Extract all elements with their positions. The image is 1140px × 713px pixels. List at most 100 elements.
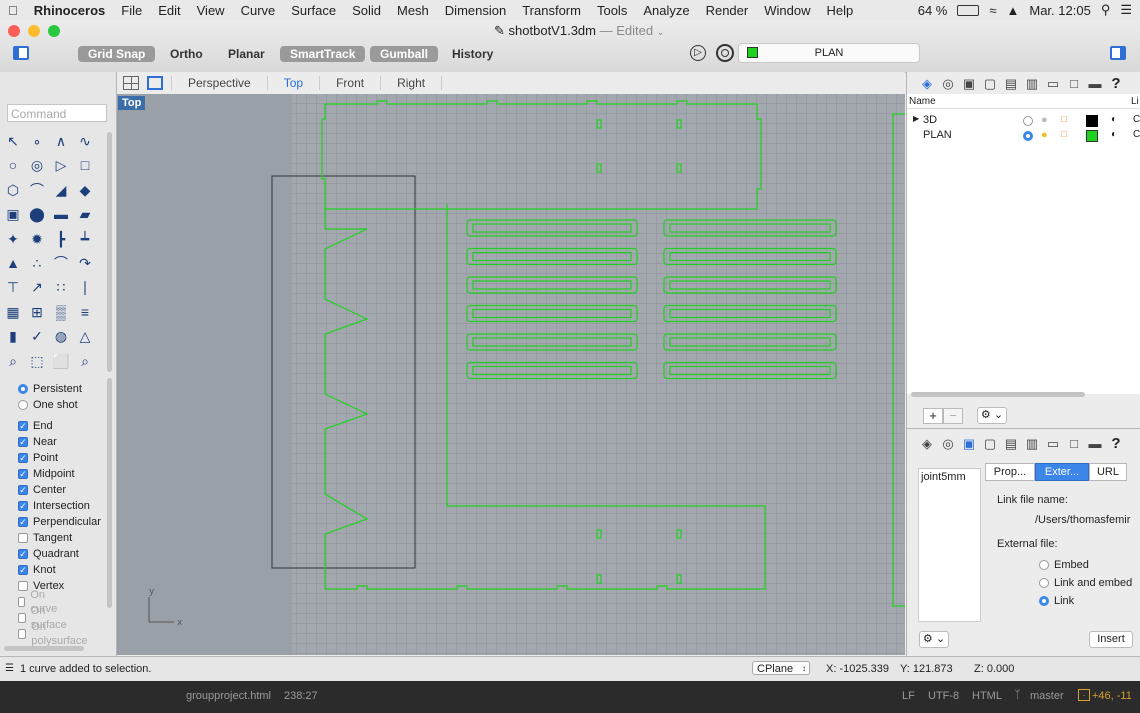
osnap-scrollbar[interactable] <box>107 378 112 608</box>
grid-snap-toggle[interactable]: Grid Snap <box>78 46 156 62</box>
sphere-tool-icon[interactable]: ⬤ <box>28 205 46 223</box>
pattern-tool-icon[interactable]: ▒ <box>52 303 70 321</box>
align-tool-icon[interactable]: ∣ <box>76 278 94 296</box>
t-panel-help-icon[interactable]: ? <box>1108 76 1124 92</box>
embed-radio[interactable] <box>1039 560 1049 570</box>
b-panel-monitor-icon[interactable]: ▬ <box>1087 436 1103 452</box>
menu-solid[interactable]: Solid <box>344 3 389 18</box>
t-panel-notes-icon[interactable]: □ <box>1066 76 1082 92</box>
osnap-checkbox[interactable]: ✓ <box>18 565 28 575</box>
flag-icon[interactable]: ▲ <box>1007 3 1020 18</box>
osnap-checkbox[interactable] <box>18 613 26 623</box>
tab-top[interactable]: Top <box>266 76 319 90</box>
t-panel-layout-icon[interactable]: ▥ <box>1024 76 1040 92</box>
osnap-persistent[interactable]: Persistent <box>18 382 82 396</box>
smarttrack-toggle[interactable]: SmartTrack <box>280 46 366 62</box>
planar-toggle[interactable]: Planar <box>218 46 275 62</box>
select-tool-icon[interactable]: ↖ <box>4 132 22 150</box>
offset-tool-icon[interactable]: ⌒ <box>52 254 70 272</box>
link-and-embed-radio[interactable] <box>1039 578 1049 588</box>
layer-color-swatch[interactable] <box>1086 130 1098 142</box>
paint-tool-icon[interactable]: △ <box>76 327 94 345</box>
text-tool-icon[interactable]: ⊤ <box>4 278 22 296</box>
tab-external[interactable]: Exter... <box>1035 463 1089 481</box>
osnap-checkbox[interactable] <box>18 629 27 639</box>
menu-surface[interactable]: Surface <box>283 3 344 18</box>
check-tool-icon[interactable]: ✓ <box>28 327 46 345</box>
linetype-cell[interactable]: C <box>1133 114 1140 125</box>
osnap-checkbox[interactable]: ✓ <box>18 549 28 559</box>
array-tool-icon[interactable]: ∷ <box>52 278 70 296</box>
zoom-window-button[interactable] <box>48 25 60 37</box>
osnap-hscrollbar[interactable] <box>4 646 84 651</box>
arc-tool-icon[interactable]: ▷ <box>52 156 70 174</box>
osnap-checkbox[interactable]: ✓ <box>18 485 28 495</box>
b-panel-display-icon[interactable]: ▭ <box>1045 436 1061 452</box>
analyze-tool-icon[interactable]: ▮ <box>4 327 22 345</box>
lock-icon[interactable]: □ <box>1061 129 1067 140</box>
osnap-item[interactable]: ✓ Perpendicular <box>18 515 101 529</box>
surface-tool-icon[interactable]: ◢ <box>52 181 70 199</box>
osnap-checkbox[interactable]: ✓ <box>18 437 28 447</box>
t-panel-display-icon[interactable]: ▭ <box>1045 76 1061 92</box>
top-viewport[interactable]: y x Top <box>117 94 905 655</box>
fillet-tool-icon[interactable]: ⌒ <box>28 181 46 199</box>
tool-palette-scrollbar[interactable] <box>107 132 112 372</box>
chevron-down-icon[interactable]: ⌄ <box>657 27 665 37</box>
tab-perspective[interactable]: Perspective <box>171 76 267 90</box>
layer-options-gear-icon[interactable]: ⚙ ⌄ <box>977 407 1007 424</box>
menu-view[interactable]: View <box>189 3 233 18</box>
ellipse-tool-icon[interactable]: ◎ <box>28 156 46 174</box>
edited-indicator[interactable]: — Edited <box>600 23 653 38</box>
b-panel-layers-icon[interactable]: ◈ <box>919 436 935 452</box>
viewport-title[interactable]: Top <box>118 96 146 110</box>
osnap-checkbox[interactable]: ✓ <box>18 421 28 431</box>
cylinder-tool-icon[interactable]: ▬ <box>52 205 70 223</box>
editor-git-diff[interactable]: +46, -11 <box>1092 690 1132 702</box>
option-embed[interactable]: Embed <box>1039 558 1089 572</box>
zoom-tool-icon[interactable]: ⌕ <box>4 352 22 370</box>
material-icon[interactable]: ◐ <box>1111 114 1117 125</box>
t-panel-render-icon[interactable]: ◎ <box>940 76 956 92</box>
battery-status[interactable]: 64 % <box>918 3 948 18</box>
menu-window[interactable]: Window <box>756 3 818 18</box>
app-menu[interactable]: Rhinoceros <box>26 3 114 18</box>
split-tool-icon[interactable]: ┷ <box>76 230 94 248</box>
zoom-selected-tool-icon[interactable]: ⌕ <box>76 352 94 370</box>
tab-right[interactable]: Right <box>380 76 443 90</box>
notification-center-icon[interactable]: ☰ <box>1120 2 1132 18</box>
t-panel-object-icon[interactable]: ▣ <box>961 76 977 92</box>
point-tool-icon[interactable]: ∘ <box>28 132 46 150</box>
editor-line-ending[interactable]: LF <box>902 690 915 702</box>
plane-tool-icon[interactable]: ▰ <box>76 205 94 223</box>
tab-url[interactable]: URL <box>1089 463 1127 481</box>
clock[interactable]: Mar. 12:05 <box>1029 3 1090 18</box>
layer-color-swatch[interactable] <box>1086 115 1098 127</box>
osnap-item[interactable]: ✓ Intersection <box>18 499 90 513</box>
menu-curve[interactable]: Curve <box>233 3 284 18</box>
command-input[interactable]: Command <box>7 104 107 122</box>
add-layer-button[interactable]: + <box>923 408 943 424</box>
osnap-item[interactable]: ✓ Near <box>18 435 57 449</box>
osnap-one-shot[interactable]: One shot <box>18 398 78 412</box>
menu-edit[interactable]: Edit <box>150 3 188 18</box>
command-history-icon[interactable]: ☰ <box>5 663 14 674</box>
layer-row-plan[interactable]: PLAN ● □ ◐ C <box>907 129 1140 144</box>
grid-tool-icon[interactable]: ⊞ <box>28 303 46 321</box>
spotlight-search-icon[interactable]: ⚲ <box>1101 2 1111 18</box>
group-tool-icon[interactable]: ∴ <box>28 254 46 272</box>
filter-icon[interactable]: ▷ <box>690 45 706 61</box>
minimize-window-button[interactable] <box>28 25 40 37</box>
osnap-checkbox[interactable]: ✓ <box>18 501 28 511</box>
polygon-tool-icon[interactable]: ⬡ <box>4 181 22 199</box>
menu-help[interactable]: Help <box>818 3 861 18</box>
close-window-button[interactable] <box>8 25 20 37</box>
b-panel-render-icon[interactable]: ◎ <box>940 436 956 452</box>
block-list-item[interactable]: joint5mm <box>919 469 980 485</box>
lightbulb-icon[interactable]: ● <box>1041 114 1048 126</box>
linetype-cell[interactable]: C <box>1133 129 1140 140</box>
persistent-radio[interactable] <box>18 384 28 394</box>
explode-tool-icon[interactable]: ✦ <box>4 230 22 248</box>
zoom-window-tool-icon[interactable]: ⬚ <box>28 352 46 370</box>
box-edit-tool-icon[interactable]: ▦ <box>4 303 22 321</box>
